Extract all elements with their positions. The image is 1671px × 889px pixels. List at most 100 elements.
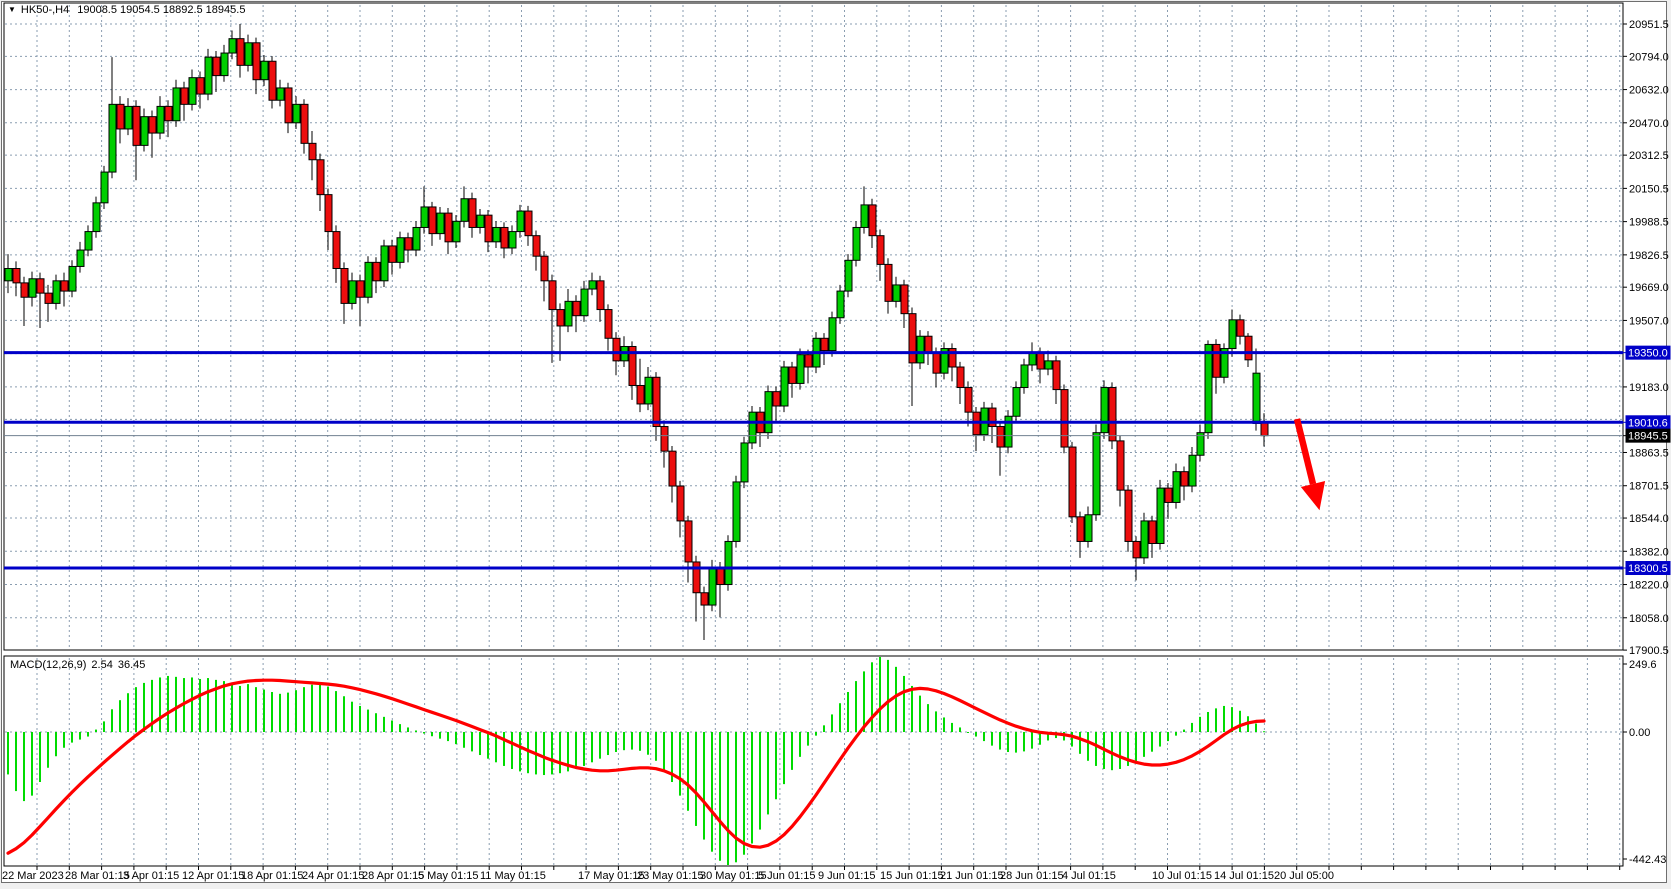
candle-bull <box>845 260 852 291</box>
macd-histogram-bar <box>487 732 489 759</box>
candle-bull <box>293 104 300 122</box>
symbol-dropdown-icon[interactable]: ▼ <box>8 5 16 14</box>
macd-histogram-bar <box>359 706 361 732</box>
macd-histogram-bar <box>383 717 385 732</box>
macd-histogram-bar <box>119 700 121 732</box>
macd-histogram-bar <box>623 732 625 750</box>
macd-histogram-bar <box>687 732 689 811</box>
macd-histogram-bar <box>447 732 449 741</box>
macd-histogram-bar <box>103 721 105 732</box>
candle-bear <box>685 521 692 562</box>
macd-histogram-bar <box>159 677 161 732</box>
chart-canvas[interactable]: 20951.520794.020632.020470.020312.520150… <box>0 0 1671 889</box>
candle-bull <box>1253 373 1260 423</box>
price-axis-label: 17900.5 <box>1629 645 1669 657</box>
candle-bear <box>181 88 188 104</box>
macd-histogram-bar <box>95 730 97 732</box>
candle-bull <box>645 377 652 404</box>
candle-bull <box>85 232 92 250</box>
candle-bull <box>861 205 868 228</box>
macd-histogram-bar <box>471 732 473 751</box>
macd-histogram-bar <box>951 723 953 732</box>
macd-histogram-bar <box>783 732 785 784</box>
candle-bear <box>165 106 172 120</box>
candle-bull <box>101 172 108 203</box>
candle-bull <box>277 88 284 100</box>
candle-bull <box>893 285 900 301</box>
macd-histogram-bar <box>375 713 377 732</box>
candle-bear <box>613 338 620 361</box>
candle-bear <box>237 39 244 66</box>
candle-bear <box>637 385 644 403</box>
macd-histogram-bar <box>287 693 289 732</box>
candle-bear <box>1061 390 1068 447</box>
macd-main-value: 2.54 <box>91 659 112 671</box>
price-axis-label: 18382.0 <box>1629 546 1669 558</box>
macd-axis-label: 0.00 <box>1629 727 1650 739</box>
candle-bull <box>1173 472 1180 503</box>
macd-name-label: MACD(12,26,9) <box>10 659 86 671</box>
time-axis-label: 20 Jul 05:00 <box>1274 870 1334 882</box>
candle-bull <box>349 281 356 304</box>
macd-histogram-bar <box>431 732 433 736</box>
macd-histogram-bar <box>279 694 281 732</box>
price-axis-label: 18863.5 <box>1629 447 1669 459</box>
macd-histogram-bar <box>751 732 753 844</box>
macd-histogram-bar <box>895 667 897 732</box>
macd-histogram-bar <box>703 732 705 840</box>
macd-histogram-bar <box>615 732 617 752</box>
macd-histogram-bar <box>639 732 641 751</box>
symbol-period-label: HK50-,H4 <box>21 4 69 16</box>
candle-bear <box>1117 441 1124 490</box>
macd-histogram-bar <box>1255 724 1257 732</box>
price-axis-label: 18220.0 <box>1629 580 1669 592</box>
macd-histogram-bar <box>391 720 393 732</box>
macd-histogram-bar <box>735 732 737 862</box>
candle-bear <box>901 285 908 314</box>
macd-axis-label: 249.6 <box>1629 659 1657 671</box>
candle-bull <box>365 262 372 297</box>
macd-histogram-bar <box>927 704 929 732</box>
candle-bull <box>157 106 164 133</box>
candle-bear <box>965 388 972 413</box>
macd-histogram-bar <box>791 732 793 770</box>
macd-histogram-bar <box>47 732 49 768</box>
macd-histogram-bar <box>543 732 545 775</box>
candle-bear <box>37 279 44 293</box>
price-axis-label: 18544.0 <box>1629 513 1669 525</box>
candle-bull <box>189 78 196 105</box>
candle-bull <box>1101 388 1108 433</box>
macd-histogram-bar <box>439 732 441 739</box>
macd-histogram-bar <box>719 732 721 861</box>
macd-histogram-bar <box>263 690 265 732</box>
macd-histogram-bar <box>663 732 665 770</box>
candle-bull <box>245 43 252 66</box>
window-frame <box>0 0 1671 889</box>
macd-histogram-bar <box>743 732 745 855</box>
candle-bear <box>909 314 916 363</box>
macd-histogram-bar <box>1151 732 1153 752</box>
macd-histogram-bar <box>7 732 9 774</box>
candle-bear <box>661 427 668 452</box>
time-axis-label: 18 Apr 01:15 <box>241 870 303 882</box>
macd-histogram-bar <box>1031 732 1033 749</box>
candle-bear <box>269 61 276 100</box>
candle-bear <box>573 301 580 315</box>
candle-bear <box>117 104 124 129</box>
macd-histogram-bar <box>87 732 89 737</box>
macd-histogram-bar <box>415 730 417 732</box>
macd-histogram-bar <box>943 717 945 732</box>
macd-histogram-bar <box>1207 712 1209 732</box>
macd-histogram-bar <box>39 732 41 782</box>
macd-histogram-bar <box>855 681 857 732</box>
candle-bear <box>1237 320 1244 336</box>
candle-bull <box>437 213 444 234</box>
candle-bull <box>381 246 388 281</box>
macd-histogram-bar <box>711 732 713 852</box>
macd-histogram-bar <box>871 662 873 732</box>
macd-histogram-bar <box>1079 732 1081 754</box>
candle-bear <box>1165 488 1172 502</box>
ohlc-values-label: 19008.5 19054.5 18892.5 18945.5 <box>77 4 245 16</box>
macd-histogram-bar <box>919 696 921 732</box>
candle-bear <box>677 486 684 521</box>
